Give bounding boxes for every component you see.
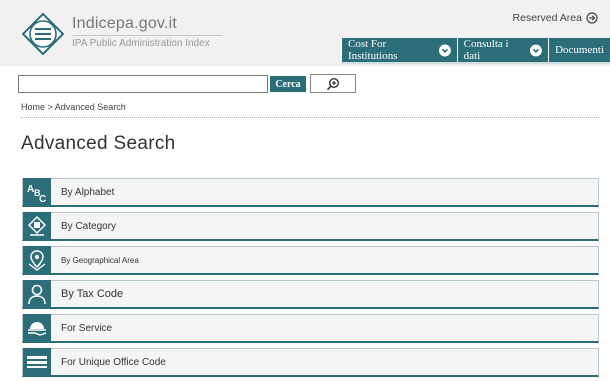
logo-subtitle: IPA Public Administration Index [72,38,210,49]
search-option-label: By Tax Code [61,288,124,300]
magnifier-plus-icon [326,77,340,90]
search-option-label: By Category [61,220,117,232]
service-hand-icon [28,322,47,336]
logo-icon[interactable] [22,13,64,55]
divider [21,117,599,118]
chevron-down-icon [530,44,543,56]
person-icon [28,284,46,305]
search-option-label: For Unique Office Code [61,356,166,368]
logo-title[interactable]: Indicepa.gov.it [72,15,177,33]
abc-icon: A B C [27,184,46,204]
login-arrow-icon [586,12,598,24]
nav-item-label: Consulta i dati [463,38,509,62]
nav-underline [341,62,610,64]
search-option-by-alphabet[interactable]: A B C By Alphabet [22,178,599,207]
office-code-icon [27,356,47,368]
nav-item-cost-for-institutions[interactable]: Cost For Institutions [341,38,457,62]
nav-item-label: Documenti [555,44,604,56]
reserved-area-link[interactable]: Reserved Area [513,12,598,24]
page-title: Advanced Search [21,133,176,154]
search-input[interactable] [18,75,268,93]
search-option-for-unique-office-code[interactable]: For Unique Office Code [22,348,599,377]
advanced-search-button[interactable] [310,74,356,93]
category-icon [27,215,47,236]
search-option-label: By Alphabet [61,186,115,198]
location-pin-icon [28,250,46,271]
svg-text:C: C [39,194,46,204]
main-navigation: Cost For Institutions Consulta i dati Do… [341,38,610,62]
search-option-by-geographical-area[interactable]: By Geographical Area [22,246,599,275]
search-button[interactable]: Cerca [270,76,306,92]
chevron-down-icon [438,44,451,56]
nav-item-documenti[interactable]: Documenti [548,38,610,62]
nav-item-consulta-i-dati[interactable]: Consulta i dati [456,38,549,62]
logo-divider [72,35,222,36]
search-option-for-service[interactable]: For Service [22,314,599,343]
search-option-label: For Service [61,322,113,334]
breadcrumb[interactable]: Home > Advanced Search [21,102,126,112]
search-option-by-category[interactable]: By Category [22,212,599,241]
search-option-label: By Geographical Area [61,255,139,265]
site-header: Indicepa.gov.it IPA Public Administratio… [0,0,610,66]
search-option-by-tax-code[interactable]: By Tax Code [22,280,599,309]
nav-item-label: Cost For Institutions [348,38,398,62]
reserved-area-label: Reserved Area [512,12,582,24]
